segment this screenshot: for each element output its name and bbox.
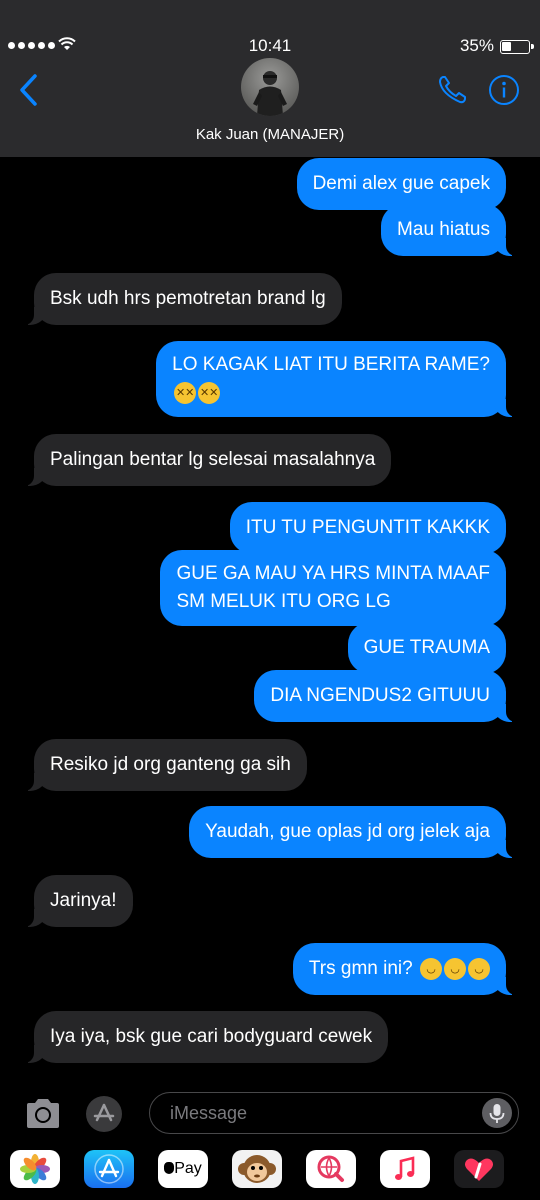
outgoing-message[interactable]: Yaudah, gue oplas jd org jelek aja (189, 806, 518, 858)
app-store-app-icon[interactable] (84, 1150, 134, 1188)
outgoing-message[interactable]: Trs gmn ini? ◡ ◡ ◡ (292, 943, 519, 995)
dizzy-face-emoji-icon: ✕✕ (198, 381, 221, 404)
incoming-message[interactable]: Jarinya! (22, 875, 133, 927)
info-icon[interactable] (488, 74, 520, 106)
app-store-drawer-button[interactable] (86, 1096, 122, 1132)
dizzy-face-emoji-icon: ✕✕ (174, 381, 197, 404)
microphone-icon[interactable] (482, 1098, 512, 1128)
outgoing-message[interactable]: GUE TRAUMA (347, 622, 506, 674)
apple-logo-icon (164, 1162, 175, 1174)
incoming-message[interactable]: Palingan bentar lg selesai masalahnya (21, 434, 392, 486)
apple-pay-app-icon[interactable]: Pay (158, 1150, 208, 1188)
phone-icon[interactable] (436, 74, 468, 106)
music-app-icon[interactable] (380, 1150, 430, 1188)
battery-percentage: 35% (459, 36, 494, 55)
emoji-row: ✕✕ ✕✕ (172, 379, 490, 407)
imessage-input[interactable]: iMessage (149, 1092, 519, 1134)
battery-icon (500, 40, 534, 54)
outgoing-message[interactable]: GUE GA MAU YA HRS MINTA MAAF SM MELUK IT… (160, 550, 506, 626)
camera-icon[interactable] (24, 1096, 62, 1130)
outgoing-message[interactable]: Demi alex gue capek (296, 158, 506, 210)
crying-face-emoji-icon: ◡ (468, 957, 490, 980)
web-images-app-icon[interactable] (306, 1150, 356, 1188)
imessage-placeholder: iMessage (170, 1103, 248, 1123)
animoji-app-icon[interactable] (232, 1150, 282, 1188)
incoming-message[interactable]: Bsk udh hrs pemotretan brand lg (22, 273, 342, 325)
crying-face-emoji-icon: ◡ (444, 957, 466, 980)
conversation-header: 10:41 35% Kak Juan (MANAJER) (0, 0, 540, 157)
status-bar: 10:41 35% (0, 36, 540, 58)
contact-name[interactable]: Kak Juan (MANAJER) (0, 126, 540, 143)
digital-touch-app-icon[interactable] (454, 1150, 504, 1188)
outgoing-message[interactable]: ITU TU PENGUNTIT KAKKK (229, 502, 506, 554)
photos-app-icon[interactable] (10, 1150, 60, 1188)
incoming-message[interactable]: Iya iya, bsk gue cari bodyguard cewek (21, 1011, 389, 1063)
app-store-icon (93, 1103, 115, 1122)
incoming-message[interactable]: Resiko jd org ganteng ga sih (22, 739, 307, 791)
outgoing-message[interactable]: DIA NGENDUS2 GITUUU (254, 670, 518, 722)
contact-avatar[interactable] (241, 58, 299, 116)
imessage-app-drawer: Pay (0, 1146, 540, 1200)
back-chevron-icon[interactable] (16, 72, 42, 108)
crying-face-emoji-icon: ◡ (420, 957, 442, 980)
outgoing-message[interactable]: LO KAGAK LIAT ITU BERITA RAME? ✕✕ ✕✕ (156, 341, 518, 417)
outgoing-message[interactable]: Mau hiatus (381, 204, 518, 256)
